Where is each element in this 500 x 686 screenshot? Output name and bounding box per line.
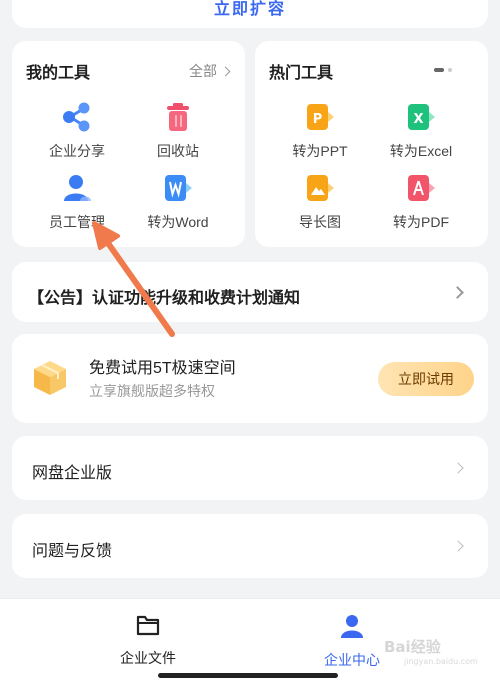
- trial-title: 免费试用5T极速空间: [89, 360, 236, 377]
- tab-enterprise-files[interactable]: 企业文件: [88, 613, 208, 668]
- watermark-text: Bai经验: [384, 638, 441, 656]
- menu-item-label: 网盘企业版: [32, 465, 113, 482]
- expand-storage-label: 立即扩容: [213, 1, 286, 18]
- tool-label: 转为Word: [147, 214, 209, 230]
- menu-item-feedback[interactable]: 问题与反馈: [12, 514, 488, 578]
- tab-label: 企业文件: [120, 650, 176, 666]
- announcement-text: 【公告】认证功能升级和收费计划通知: [28, 290, 301, 307]
- all-tools-label: 全部: [189, 63, 217, 79]
- page-indicator-dot: [448, 68, 452, 72]
- my-tools-card: 我的工具 全部 企业分享 回收站 员工管理 转为Word: [12, 41, 245, 247]
- trash-icon: [158, 97, 198, 137]
- tool-convert-ppt[interactable]: P 转为PPT: [270, 97, 370, 161]
- ppt-icon: P: [300, 97, 340, 137]
- ppt-glyph: P: [313, 112, 323, 127]
- trial-subtitle: 立享旗舰版超多特权: [89, 383, 215, 399]
- folder-icon: [136, 615, 160, 636]
- word-icon: [158, 168, 198, 208]
- tool-label: 转为PDF: [393, 214, 449, 230]
- expand-storage-card[interactable]: 立即扩容: [12, 0, 488, 28]
- tool-enterprise-share[interactable]: 企业分享: [27, 97, 127, 161]
- menu-item-label: 问题与反馈: [32, 543, 113, 560]
- tool-export-long-image[interactable]: 导长图: [270, 168, 370, 232]
- chevron-right-icon: [452, 540, 464, 552]
- page-indicator-active: [434, 68, 444, 72]
- try-now-button[interactable]: 立即试用: [378, 362, 474, 396]
- person-icon: [341, 615, 363, 638]
- home-indicator: [158, 673, 338, 678]
- hot-tools-title: 热门工具: [269, 65, 334, 82]
- tool-label: 转为Excel: [389, 143, 453, 159]
- announcement-banner[interactable]: 【公告】认证功能升级和收费计划通知: [12, 262, 488, 322]
- share-icon: [57, 97, 97, 137]
- excel-glyph: X: [413, 112, 423, 127]
- hot-tools-card: 热门工具 P 转为PPT X 转为Excel 导长图 转为PDF: [255, 41, 488, 247]
- tool-convert-pdf[interactable]: 转为PDF: [371, 168, 471, 232]
- page-indicator: [434, 68, 452, 72]
- tool-convert-word[interactable]: 转为Word: [128, 168, 228, 232]
- excel-icon: X: [401, 97, 441, 137]
- free-trial-card: 免费试用5T极速空间 立享旗舰版超多特权 立即试用: [12, 334, 488, 423]
- tool-label: 导长图: [299, 214, 341, 230]
- chevron-right-icon: [451, 286, 464, 299]
- long-image-icon: [300, 168, 340, 208]
- all-tools-link[interactable]: 全部: [189, 61, 231, 81]
- tool-staff-management[interactable]: 员工管理: [27, 168, 127, 232]
- package-box-icon: [32, 359, 68, 402]
- chevron-right-icon: [220, 66, 231, 76]
- my-tools-title: 我的工具: [26, 65, 91, 82]
- tool-label: 转为PPT: [292, 143, 348, 159]
- menu-item-enterprise-edition[interactable]: 网盘企业版: [12, 436, 488, 500]
- tool-recycle-bin[interactable]: 回收站: [128, 97, 228, 161]
- watermark: Bai经验 jingyan.baidu.com: [384, 636, 478, 666]
- tool-label: 员工管理: [49, 214, 105, 230]
- tool-label: 回收站: [157, 143, 199, 159]
- tool-label: 企业分享: [49, 143, 105, 159]
- watermark-sub: jingyan.baidu.com: [404, 657, 478, 666]
- user-icon: [57, 168, 97, 208]
- tool-convert-excel[interactable]: X 转为Excel: [371, 97, 471, 161]
- pdf-icon: [401, 168, 441, 208]
- chevron-right-icon: [452, 462, 464, 474]
